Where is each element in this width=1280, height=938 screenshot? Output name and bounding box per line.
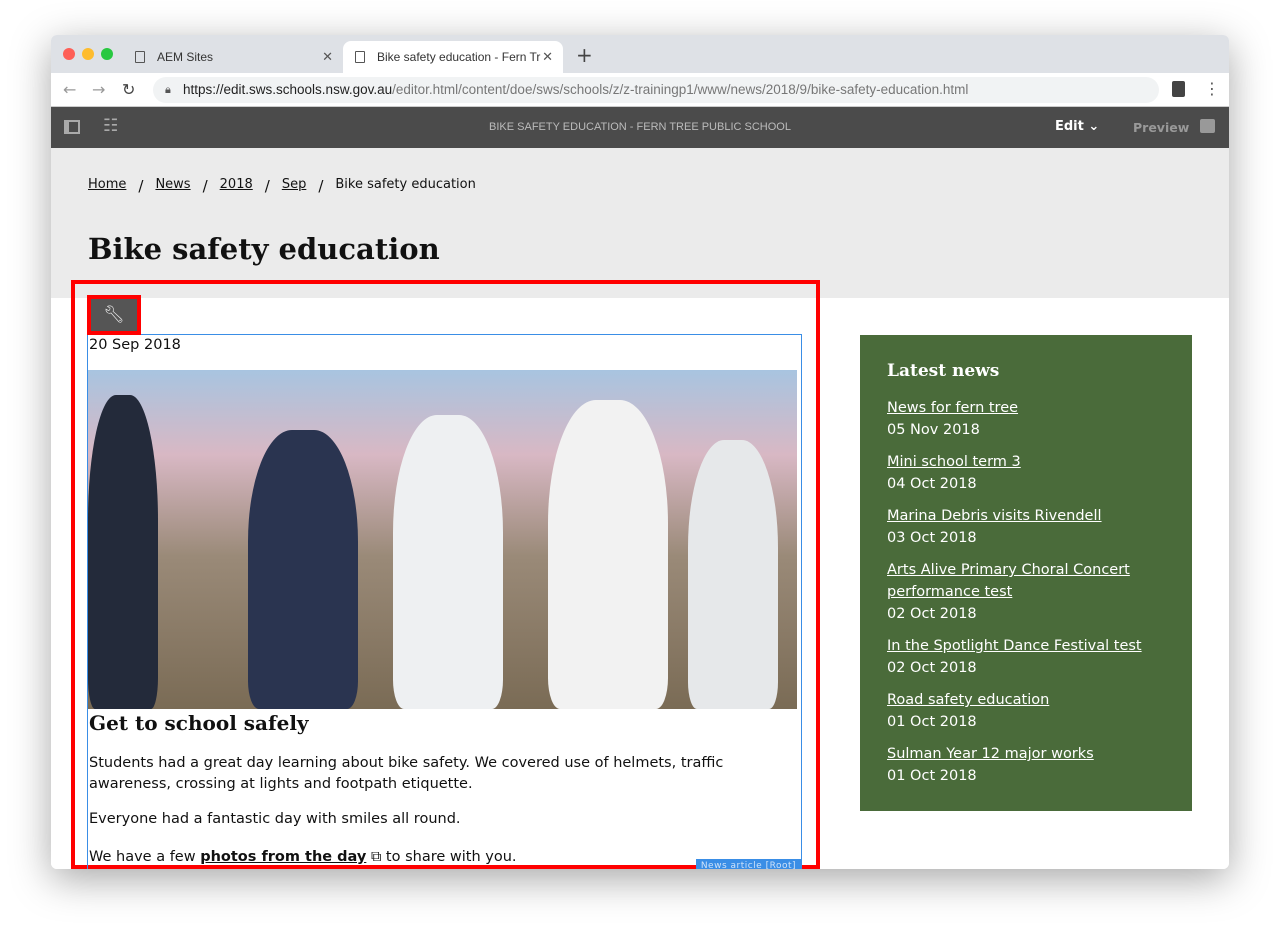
news-item-link[interactable]: Arts Alive Primary Choral Concert perfor… — [887, 559, 1165, 603]
breadcrumb: Home / News / 2018 / Sep / Bike safety educa… — [88, 177, 476, 195]
lock-icon: 🔒︎ — [165, 84, 171, 96]
close-tab-icon[interactable]: ✕ — [542, 49, 553, 65]
photo-child — [393, 415, 503, 709]
news-article-component[interactable]: 20 Sep 2018 Get to school safely Student… — [87, 334, 802, 869]
news-item-date: 02 Oct 2018 — [887, 606, 977, 622]
url-host: https://edit.sws.schools.nsw.gov.au — [183, 82, 393, 97]
breadcrumb-separator: / — [318, 177, 324, 195]
tab-aem-sites[interactable]: AEM Sites ✕ — [123, 41, 343, 73]
news-item-link[interactable]: In the Spotlight Dance Festival test — [887, 635, 1165, 657]
menu-icon[interactable]: ⋮ — [1204, 79, 1220, 98]
news-item-link[interactable]: Road safety education — [887, 689, 1165, 711]
browser-window: AEM Sites ✕ Bike safety education - Fern… — [51, 35, 1229, 869]
configure-button[interactable]: 🔧︎ — [87, 295, 141, 335]
edit-mode-label: Edit — [1055, 119, 1084, 134]
breadcrumb-sep[interactable]: Sep — [282, 177, 307, 195]
news-item-link[interactable]: Marina Debris visits Rivendell — [887, 505, 1165, 527]
news-item: Arts Alive Primary Choral Concert perfor… — [887, 559, 1165, 625]
header-band — [51, 148, 1229, 298]
latest-news-panel: Latest news News for fern tree 05 Nov 201… — [860, 335, 1192, 811]
url-path: /editor.html/content/doe/sws/schools/z/z… — [392, 82, 969, 97]
annotations-icon[interactable] — [1200, 119, 1215, 133]
news-item: In the Spotlight Dance Festival test 02 O… — [887, 635, 1165, 679]
news-item-link[interactable]: Mini school term 3 — [887, 451, 1165, 473]
close-window-button[interactable] — [63, 48, 75, 60]
news-item: Marina Debris visits Rivendell 03 Oct 201… — [887, 505, 1165, 549]
edit-mode-dropdown[interactable]: Edit ⌄ — [1055, 119, 1099, 134]
tab-bike-safety[interactable]: Bike safety education - Fern Tr ✕ — [343, 41, 563, 73]
tab-label: AEM Sites — [157, 50, 214, 64]
photos-link[interactable]: photos from the day — [200, 849, 366, 865]
clipboard-extension-icon[interactable] — [1172, 81, 1185, 97]
news-item-date: 05 Nov 2018 — [887, 422, 980, 438]
address-bar: ← → ↻ 🔒︎ https://edit.sws.schools.nsw.go… — [51, 73, 1229, 107]
news-item-link[interactable]: News for fern tree — [887, 397, 1165, 419]
news-item-date: 01 Oct 2018 — [887, 714, 977, 730]
news-item-link[interactable]: Sulman Year 12 major works — [887, 743, 1165, 765]
photo-child — [248, 430, 358, 709]
wrench-icon: 🔧︎ — [103, 305, 125, 325]
article-subheading: Get to school safely — [89, 711, 309, 735]
close-tab-icon[interactable]: ✕ — [322, 49, 333, 65]
article-photo — [88, 370, 797, 709]
text: We have a few — [89, 849, 201, 865]
url-input[interactable]: 🔒︎ https://edit.sws.schools.nsw.gov.au/e… — [153, 77, 1159, 103]
forward-icon[interactable]: → — [92, 80, 105, 99]
reload-icon[interactable]: ↻ — [122, 80, 135, 99]
photo-child — [548, 400, 668, 709]
breadcrumb-news[interactable]: News — [155, 177, 190, 195]
news-item-date: 01 Oct 2018 — [887, 768, 977, 784]
maximize-window-button[interactable] — [101, 48, 113, 60]
article-paragraph: We have a few photos from the day ⧉ to s… — [89, 847, 789, 868]
tab-bar: AEM Sites ✕ Bike safety education - Fern… — [51, 35, 1229, 73]
preview-button[interactable]: Preview — [1133, 120, 1189, 135]
page-title: Bike safety education — [88, 232, 440, 266]
article-paragraph: Everyone had a fantastic day with smiles… — [89, 811, 461, 827]
new-tab-button[interactable]: + — [576, 43, 593, 67]
text: to share with you. — [381, 849, 517, 865]
page-content: Home / News / 2018 / Sep / Bike safety educa… — [51, 148, 1229, 869]
news-item-date: 02 Oct 2018 — [887, 660, 977, 676]
news-item: Mini school term 3 04 Oct 2018 — [887, 451, 1165, 495]
chevron-down-icon: ⌄ — [1088, 119, 1100, 134]
article-date: 20 Sep 2018 — [89, 337, 181, 353]
component-label: News article [Root] — [695, 859, 801, 869]
editor-page-title: BIKE SAFETY EDUCATION - FERN TREE PUBLIC… — [489, 121, 791, 133]
page-icon — [355, 51, 365, 63]
breadcrumb-separator: / — [202, 177, 208, 195]
news-item-date: 03 Oct 2018 — [887, 530, 977, 546]
page-icon — [135, 51, 145, 63]
editor-toolbar: ☷ BIKE SAFETY EDUCATION - FERN TREE PUBL… — [51, 107, 1229, 148]
breadcrumb-separator: / — [264, 177, 270, 195]
news-item: Road safety education 01 Oct 2018 — [887, 689, 1165, 733]
minimize-window-button[interactable] — [82, 48, 94, 60]
article-paragraph: Students had a great day learning about … — [89, 755, 724, 792]
breadcrumb-home[interactable]: Home — [88, 177, 126, 195]
latest-news-title: Latest news — [887, 361, 1000, 381]
breadcrumb-2018[interactable]: 2018 — [220, 177, 253, 195]
back-icon[interactable]: ← — [63, 80, 76, 99]
photo-child — [88, 395, 158, 709]
breadcrumb-current: Bike safety education — [335, 177, 476, 192]
news-item: Sulman Year 12 major works 01 Oct 2018 — [887, 743, 1165, 787]
photo-child — [688, 440, 778, 709]
news-item-date: 04 Oct 2018 — [887, 476, 977, 492]
tab-label: Bike safety education - Fern Tr — [377, 50, 541, 64]
external-link-icon: ⧉ — [370, 849, 382, 865]
news-item: News for fern tree 05 Nov 2018 — [887, 397, 1165, 441]
breadcrumb-separator: / — [138, 177, 144, 195]
